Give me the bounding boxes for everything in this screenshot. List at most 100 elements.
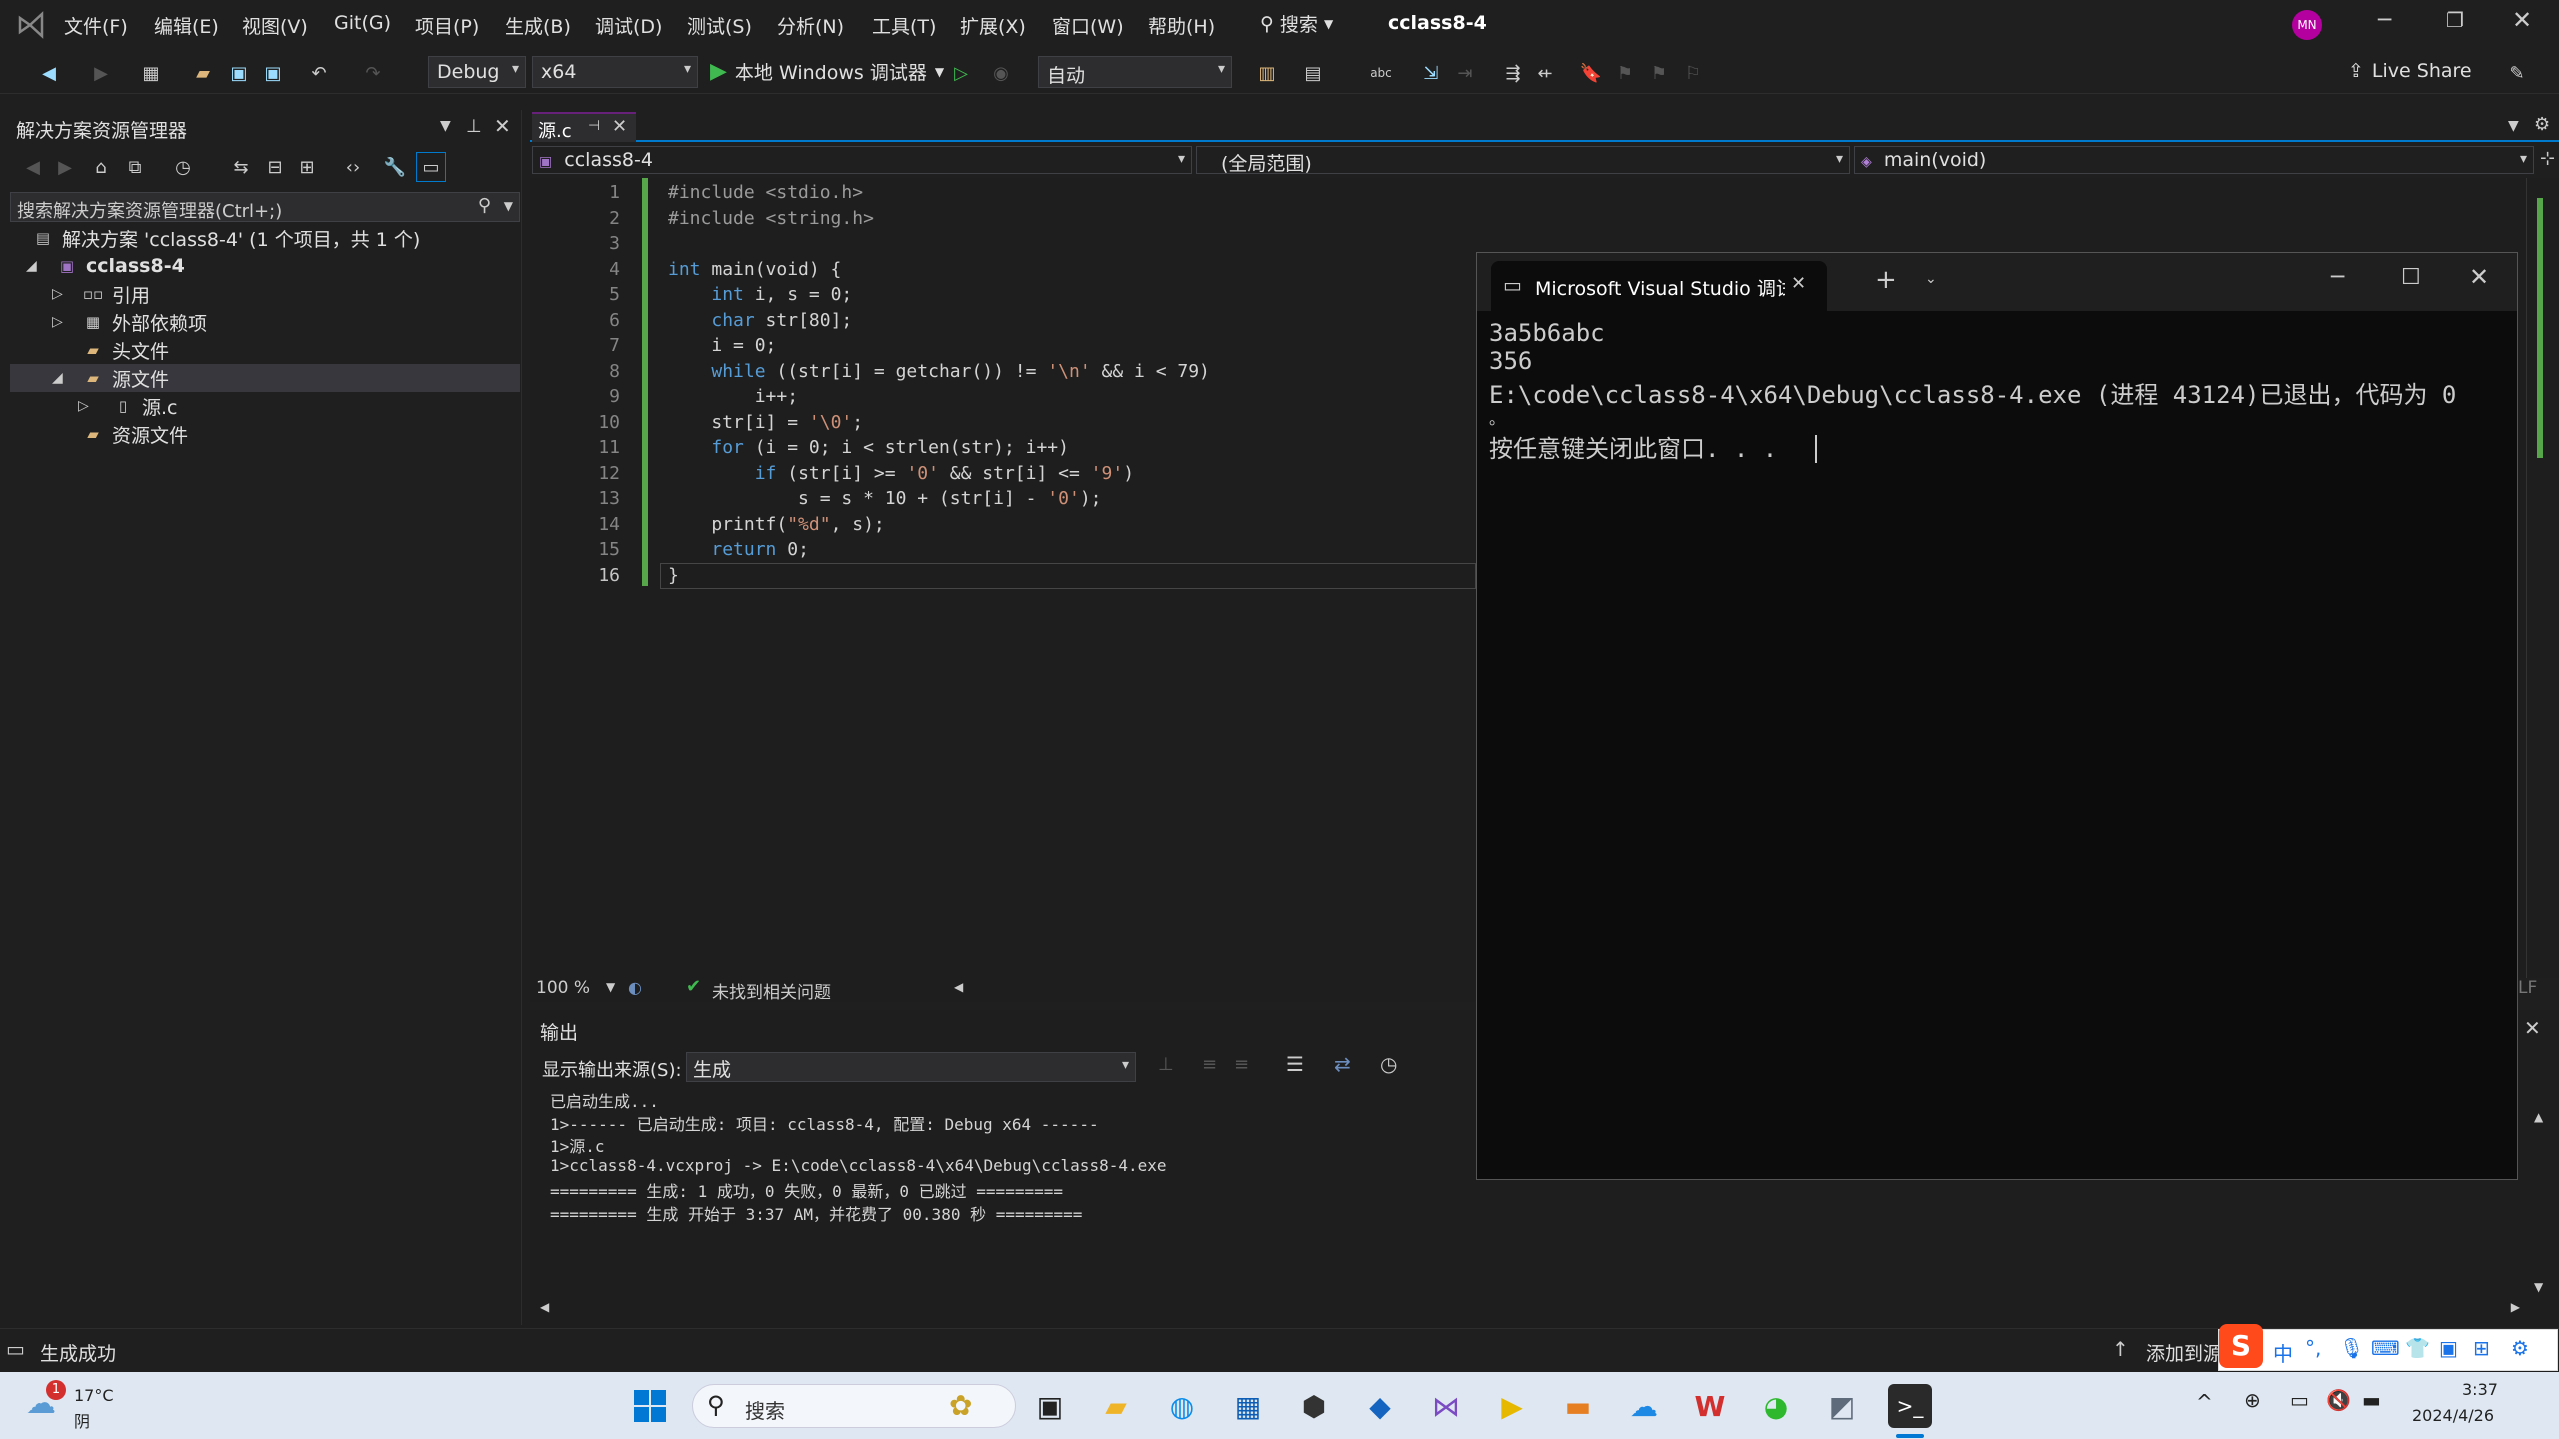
preview-icon[interactable]: ▭ [416,152,446,182]
code-line[interactable]: for (i = 0; i < strlen(str); i++) [668,437,1069,463]
editor-scrollbar[interactable] [2526,178,2552,978]
code-line[interactable]: return 0; [668,539,809,565]
menu-help[interactable]: 帮助(H) [1148,12,1215,39]
run-without-debug-icon[interactable]: ▷ [948,60,974,86]
output-hscrollbar[interactable]: ◀ ▶ [540,1300,2520,1316]
menu-debug[interactable]: 调试(D) [595,12,662,39]
skin-icon[interactable]: 👕 [2405,1336,2430,1360]
forward-icon[interactable]: ▶ [88,60,114,86]
pin-icon[interactable]: ⊣ [588,118,600,134]
close-button[interactable]: ✕ [2512,6,2532,34]
view-code-icon[interactable]: ‹› [340,154,366,180]
code-line[interactable]: char str[80]; [668,310,852,336]
close-icon[interactable]: ✕ [1791,273,1806,294]
menu-edit[interactable]: 编辑(E) [154,12,219,39]
nav-scope-dropdown[interactable]: (全局范围) ▾ [1196,146,1850,175]
indent-icon[interactable]: ⇶ [1500,60,1526,86]
collapse-all-icon[interactable]: ⊟ [262,154,288,180]
config-dropdown[interactable]: Debug ▾ [428,56,526,88]
scroll-left-icon[interactable]: ◀ [540,1300,549,1314]
output-source-dropdown[interactable]: 生成 ▾ [686,1052,1136,1082]
issues-label[interactable]: 未找到相关问题 [712,978,831,1003]
visual-studio-icon[interactable]: ⋈ [1424,1384,1468,1428]
restore-button[interactable]: ❐ [2446,8,2464,32]
scroll-right-icon[interactable]: ▶ [2511,1300,2520,1314]
word-wrap-icon[interactable]: ⇄ [1334,1052,1351,1076]
menu-analyze[interactable]: 分析(N) [777,12,844,39]
player-icon[interactable]: ▶ [1490,1384,1534,1428]
back-icon[interactable]: ◀ [36,60,62,86]
tree-item-header-files[interactable]: ▰ 头文件 [82,336,169,364]
menu-file[interactable]: 文件(F) [64,12,128,39]
collapse-arrow-icon[interactable]: ◢ [26,258,37,274]
expand-arrow-icon[interactable]: ▷ [52,314,63,330]
nav-project-dropdown[interactable]: ▣ cclass8-4 ▾ [532,146,1192,174]
prev-bookmark-icon[interactable]: ⚑ [1612,60,1638,86]
hot-reload-icon[interactable]: ◉ [988,60,1014,86]
scroll-left-icon[interactable]: ◀ [954,980,963,994]
spellcheck-icon[interactable]: abc [1368,60,1394,86]
code-line[interactable]: if (str[i] >= '0' && str[i] <= '9') [668,463,1134,489]
clock-time[interactable]: 3:37 [2462,1380,2498,1399]
step-over-icon[interactable]: ⇥ [1452,60,1478,86]
step-icon[interactable]: ⇲ [1418,60,1444,86]
next-message-icon[interactable]: ≡ [1234,1054,1249,1075]
maximize-button[interactable]: ☐ [2401,265,2421,290]
history-icon[interactable]: ◷ [170,154,196,180]
minimize-button[interactable]: ─ [2378,8,2391,33]
taskbar-search[interactable]: ⚲ 搜索 ✿ [692,1384,1016,1428]
outdent-icon[interactable]: ⇷ [1532,60,1558,86]
tree-item-project[interactable]: ▣ cclass8-4 [56,252,185,280]
app-orange-icon[interactable]: ▬ [1556,1384,1600,1428]
task-view-icon[interactable]: ▣ [1028,1384,1072,1428]
output-vscrollbar[interactable]: ▲ ▼ [2530,1050,2550,1300]
edge-icon[interactable]: ◍ [1160,1384,1204,1428]
forward-icon[interactable]: ▶ [52,154,78,180]
keyboard-icon[interactable]: ⌨ [2371,1336,2400,1360]
open-folder-icon[interactable]: ▰ [190,60,216,86]
tab-source-c[interactable]: 源.c ⊣ ✕ [532,112,636,142]
chevron-down-icon[interactable]: ⌄ [1925,271,1937,287]
platform-dropdown[interactable]: x64 ▾ [532,56,698,88]
split-icon[interactable]: ⊹ [2540,148,2555,169]
expand-arrow-icon[interactable]: ▷ [52,286,63,302]
menu-extensions[interactable]: 扩展(X) [960,12,1026,39]
code-line[interactable]: str[i] = '\0'; [668,412,863,438]
menu-view[interactable]: 视图(V) [242,12,308,39]
network-icon[interactable]: ▭ [2290,1388,2309,1412]
save-all-icon[interactable]: ▣ [260,60,286,86]
tab-overflow-icon[interactable]: ▼ [2508,118,2519,134]
search-button[interactable]: ⚲ 搜索 ▼ [1260,10,1333,37]
app-blue-icon[interactable]: ◆ [1358,1384,1402,1428]
avatar[interactable]: MN [2292,10,2322,40]
layout-icon[interactable]: ▤ [1300,60,1326,86]
code-line[interactable]: #include <stdio.h> [668,182,863,208]
close-button[interactable]: ✕ [2469,263,2489,291]
line-ending-label[interactable]: LF [2518,978,2537,998]
code-line[interactable]: s = s * 10 + (str[i] - '0'); [668,488,1101,514]
add-source-control[interactable]: 添加到源 [2146,1339,2222,1366]
code-line[interactable]: int i, s = 0; [668,284,852,310]
menu-project[interactable]: 项目(P) [415,12,479,39]
home-icon[interactable]: ⌂ [88,154,114,180]
code-line[interactable]: #include <string.h> [668,208,874,234]
app-cube-icon[interactable]: ⬢ [1292,1384,1336,1428]
store-icon[interactable]: ▦ [1226,1384,1270,1428]
menu-git[interactable]: Git(G) [334,12,391,34]
tree-item-solution[interactable]: ▤ 解决方案 'cclass8-4' (1 个项目，共 1 个) [32,224,420,252]
collapse-arrow-icon[interactable]: ◢ [52,370,63,386]
solution-folder-icon[interactable]: ▥ [1254,60,1280,86]
undo-icon[interactable]: ↶ [306,60,332,86]
arrow-up-icon[interactable]: ↑ [2112,1337,2129,1361]
close-icon[interactable]: ✕ [612,116,627,137]
menu-build[interactable]: 生成(B) [505,12,571,39]
tray-overflow-icon[interactable]: ^ [2196,1390,2213,1414]
chevron-down-icon[interactable]: ▼ [606,980,615,994]
tree-item-resource-files[interactable]: ▰ 资源文件 [82,420,188,448]
wechat-icon[interactable]: ◕ [1754,1384,1798,1428]
volume-muted-icon[interactable]: 🔇 [2326,1388,2351,1412]
clear-bookmarks-icon[interactable]: ⚐ [1680,60,1706,86]
app-gray-icon[interactable]: ◩ [1820,1384,1864,1428]
scroll-up-icon[interactable]: ▲ [2534,1110,2543,1124]
menu-tools[interactable]: 工具(T) [872,12,936,39]
